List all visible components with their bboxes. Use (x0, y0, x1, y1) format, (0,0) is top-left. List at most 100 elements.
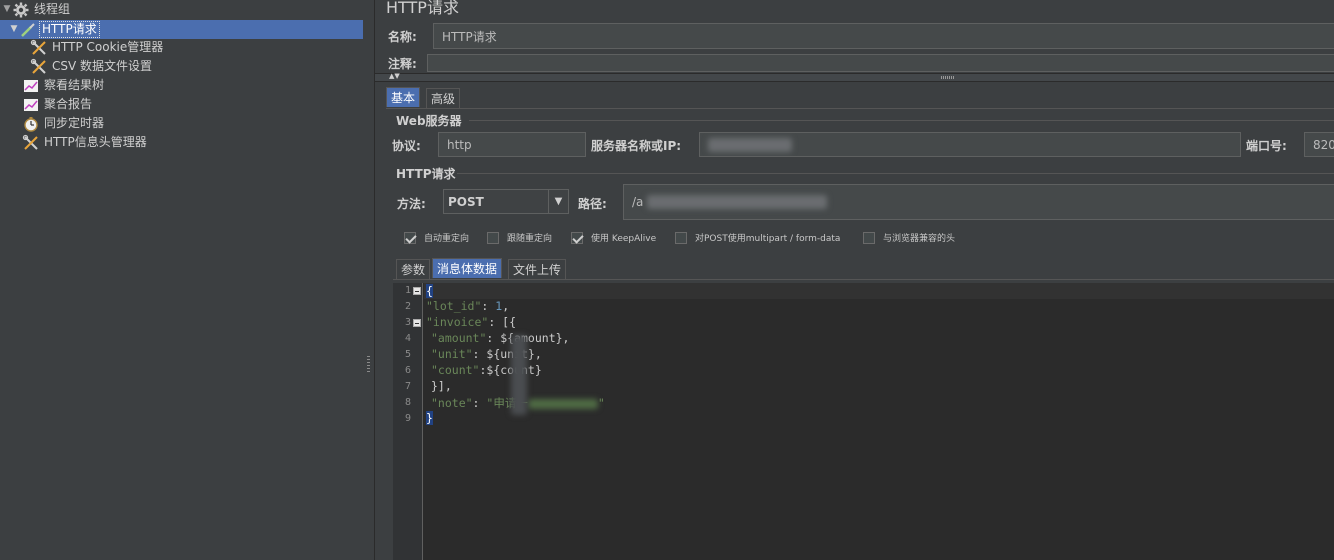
tools-icon (30, 58, 48, 76)
fold-icon[interactable] (413, 287, 421, 295)
code-text: : ${amount}, (486, 331, 570, 345)
tree-item-label: 线程组 (34, 2, 71, 16)
brace: { (426, 284, 433, 298)
line-number: 1 (404, 285, 411, 296)
server-field[interactable] (699, 132, 1241, 157)
tree-item-label: 察看结果树 (44, 78, 105, 92)
name-field[interactable]: HTTP请求 (433, 23, 1334, 49)
line-number: 9 (404, 413, 411, 424)
auto-redirect-checkbox[interactable]: 自动重定向 (404, 231, 469, 244)
code-text: }], (431, 379, 452, 393)
gear-icon (12, 1, 30, 19)
name-value: HTTP请求 (442, 29, 497, 44)
line-number: 8 (404, 397, 411, 408)
line-number: 6 (404, 365, 411, 376)
code-line-3: "invoice": [{ (426, 315, 516, 329)
brace: } (426, 411, 433, 425)
port-field[interactable]: 8200 (1304, 132, 1334, 157)
body-data-editor[interactable]: 1 2 3 4 5 6 7 8 9 { "lot_id": 1, "invoic… (393, 283, 1334, 560)
json-key: "count" (431, 363, 480, 377)
line-number: 2 (404, 301, 411, 312)
server-label: 服务器名称或IP: (591, 139, 682, 153)
browser-headers-checkbox[interactable]: 与浏览器兼容的头 (863, 231, 955, 244)
follow-redirect-checkbox[interactable]: 跟随重定向 (487, 231, 552, 244)
checkbox-label: 对POST使用multipart / form-data (695, 234, 841, 244)
tree-item-aggregate-report[interactable]: 聚合报告 (22, 95, 94, 114)
panel-title: HTTP请求 (386, 0, 459, 17)
method-label: 方法: (397, 197, 426, 211)
tree-item-thread-group[interactable]: ▼ 线程组 (2, 0, 72, 19)
code-line-7: }], (431, 379, 452, 393)
checkbox-icon[interactable] (404, 231, 416, 244)
port-value: 8200 (1313, 137, 1334, 152)
protocol-label: 协议: (392, 139, 421, 153)
tree-item-label: HTTP请求 (39, 21, 100, 38)
checkbox-icon[interactable] (863, 231, 875, 244)
checkbox-icon[interactable] (487, 231, 499, 244)
collapse-bar[interactable]: ▲▼ (375, 72, 1334, 82)
tab-file-upload[interactable]: 文件上传 (508, 259, 567, 279)
comment-label: 注释: (388, 57, 417, 71)
tab-basic[interactable]: 基本 (386, 87, 421, 107)
tree-item-csv-dataset[interactable]: CSV 数据文件设置 (30, 57, 154, 76)
port-label: 端口号: (1246, 139, 1287, 153)
http-request-panel: HTTP请求 名称: HTTP请求 注释: ▲▼ 基本 高级 Web服务器 协议… (375, 0, 1334, 560)
redacted-server (708, 137, 792, 152)
checkbox-label: 跟随重定向 (507, 234, 553, 244)
expand-arrow-icon[interactable]: ▼ (9, 20, 19, 39)
tab-body-data[interactable]: 消息体数据 (432, 258, 503, 278)
tree-item-view-results-tree[interactable]: 察看结果树 (22, 76, 106, 95)
comment-field[interactable] (427, 54, 1334, 72)
keepalive-checkbox[interactable]: 使用 KeepAlive (571, 231, 656, 244)
json-key: "unit" (431, 347, 473, 361)
protocol-value: http (447, 137, 472, 152)
line-number: 3 (404, 317, 411, 328)
tree-item-sync-timer[interactable]: 同步定时器 (22, 114, 106, 133)
line-number: 7 (404, 381, 411, 392)
code-text: : ${unit}, (472, 347, 542, 361)
chevron-down-icon[interactable]: ▼ (548, 190, 568, 213)
tree-item-label: 聚合报告 (44, 97, 93, 111)
tab-divider (393, 279, 1334, 280)
group-border (469, 120, 1334, 121)
json-string: " (597, 396, 605, 410)
method-select[interactable]: POST ▼ (443, 189, 569, 214)
multipart-checkbox[interactable]: 对POST使用multipart / form-data (675, 231, 840, 244)
code-line-1: { (426, 284, 433, 298)
fold-icon[interactable] (413, 319, 421, 327)
tools-icon (22, 134, 40, 152)
line-number-gutter: 1 2 3 4 5 6 7 8 9 (393, 283, 423, 560)
http-request-group-title: HTTP请求 (396, 167, 456, 181)
json-key: "invoice" (426, 315, 489, 329)
redacted-path (647, 195, 828, 209)
code-line-9: } (426, 411, 433, 425)
grip-icon (941, 76, 955, 79)
path-field[interactable]: /a (623, 184, 1334, 220)
tab-divider (386, 108, 1334, 109)
json-key: "lot_id" (426, 299, 482, 313)
redaction-mark (511, 335, 527, 415)
split-pane-divider[interactable] (363, 0, 375, 560)
tab-parameters[interactable]: 参数 (396, 259, 431, 279)
checkbox-icon[interactable] (571, 231, 583, 244)
tree-item-cookie-manager[interactable]: HTTP Cookie管理器 (30, 38, 165, 57)
checkbox-icon[interactable] (675, 231, 687, 244)
collapse-arrows-icon[interactable]: ▲▼ (389, 72, 400, 80)
tree-item-http-request[interactable]: ▼ HTTP请求 (0, 20, 363, 39)
line-number: 4 (404, 333, 411, 344)
tab-advanced[interactable]: 高级 (426, 88, 461, 108)
line-number: 5 (404, 349, 411, 360)
checkbox-label: 与浏览器兼容的头 (883, 234, 956, 244)
group-border (457, 173, 1334, 174)
tree-item-label: HTTP Cookie管理器 (52, 40, 164, 54)
json-key: "note" (431, 396, 473, 410)
pipette-icon (19, 21, 37, 39)
test-plan-tree[interactable]: ▼ 线程组 ▼ HTTP请求 HTTP Cookie管理器 CSV 数据文件设置… (0, 0, 363, 560)
expand-arrow-icon[interactable]: ▼ (2, 0, 12, 19)
code-line-4: "amount": ${amount}, (431, 331, 569, 345)
checkbox-label: 自动重定向 (424, 234, 470, 244)
web-server-group-title: Web服务器 (396, 114, 462, 128)
tree-item-header-manager[interactable]: HTTP信息头管理器 (22, 133, 149, 152)
protocol-field[interactable]: http (438, 132, 586, 157)
chart-icon (22, 77, 40, 95)
